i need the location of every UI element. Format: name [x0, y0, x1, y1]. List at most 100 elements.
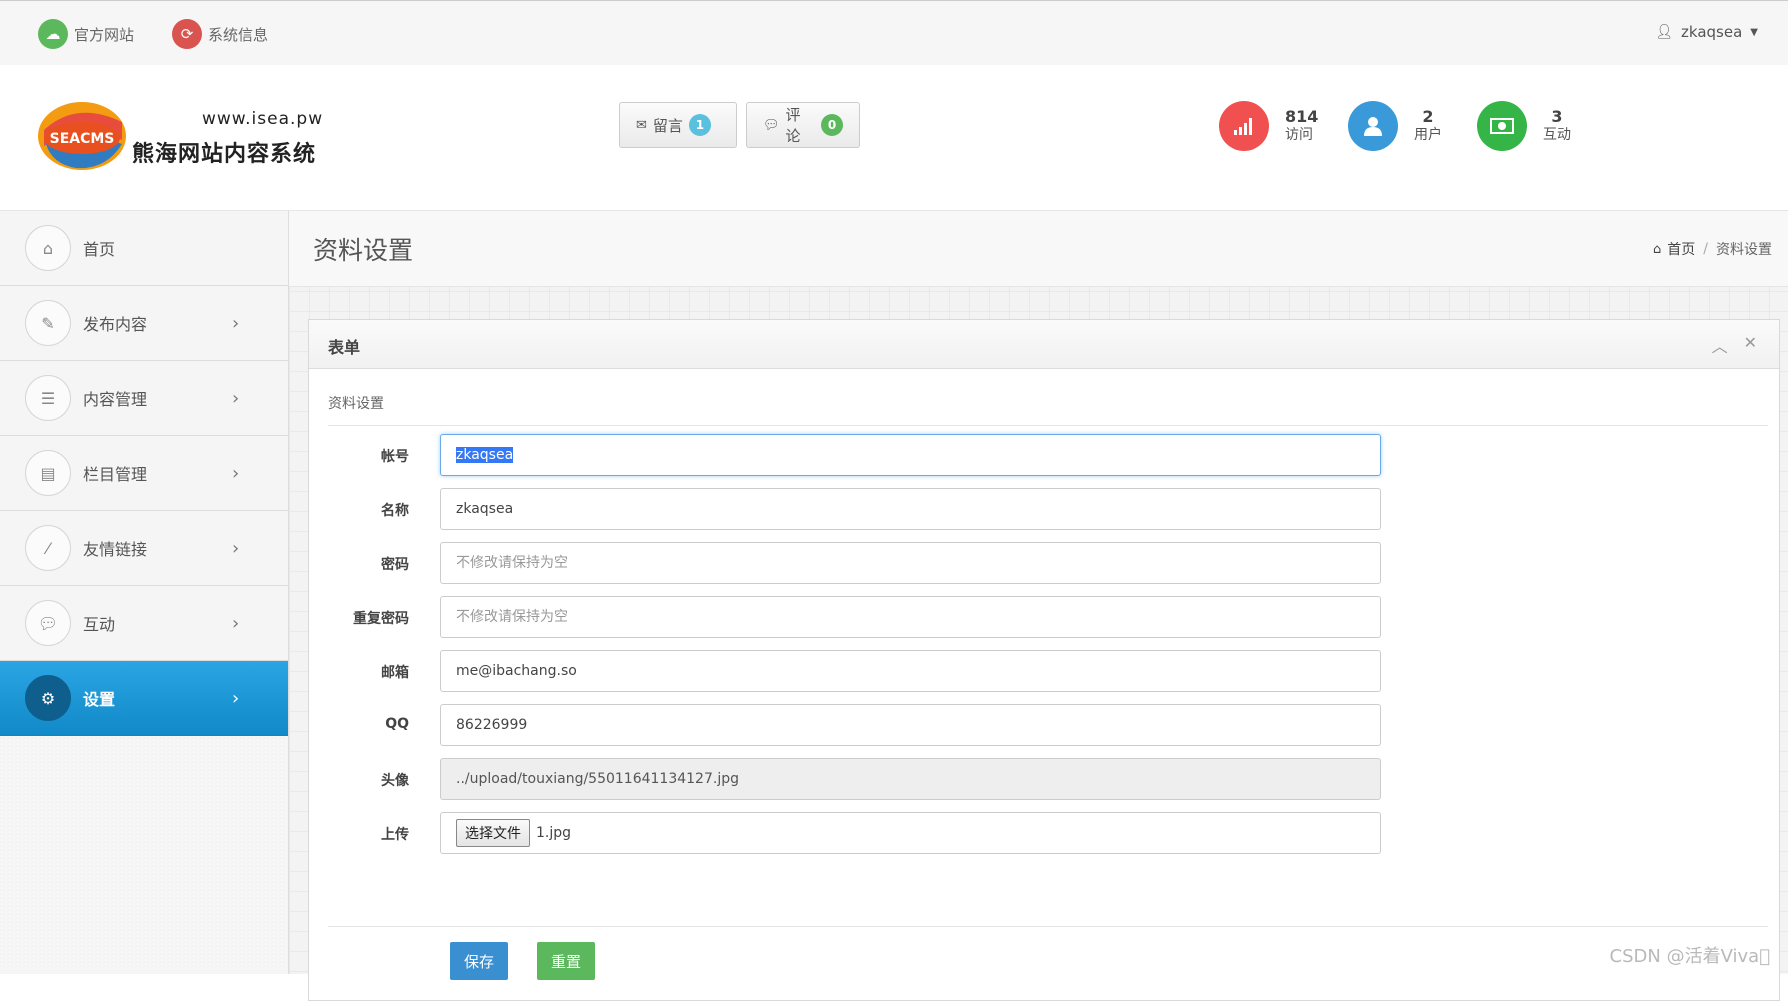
panel-header: 表单 ︿ ✕ — [309, 320, 1779, 369]
stat-users-label: 用户 — [1414, 127, 1442, 143]
repeat-password-row: 重复密码 — [309, 596, 1709, 640]
repeat-password-input[interactable] — [440, 596, 1381, 638]
system-info-link[interactable]: ⟳ 系统信息 — [172, 19, 268, 49]
email-input[interactable] — [440, 650, 1381, 692]
caret-down-icon: ▼ — [1750, 26, 1758, 38]
comments-icon: 💬︎ — [25, 600, 71, 646]
password-row: 密码 — [309, 542, 1709, 586]
account-row: 帐号 zkaqsea — [309, 434, 1709, 478]
cogs-icon: ⚙ — [25, 675, 71, 721]
system-info-label: 系统信息 — [208, 25, 269, 44]
qq-row: QQ — [309, 704, 1709, 748]
sidebar-item-label: 互动 — [83, 615, 116, 634]
chevron-right-icon: › — [232, 612, 240, 634]
chevron-up-icon[interactable]: ︿ — [1712, 333, 1728, 357]
sidebar-item-settings[interactable]: ⚙ 设置 › — [0, 661, 288, 736]
stat-interactions-label: 互动 — [1543, 127, 1571, 143]
form-legend: 资料设置 — [328, 396, 384, 412]
site-url: www.isea.pw — [202, 109, 324, 129]
avatar-path-input — [440, 758, 1381, 800]
legend-divider — [328, 425, 1768, 426]
chevron-right-icon: › — [232, 462, 240, 484]
stat-visits[interactable]: 814 访问 — [1219, 101, 1318, 151]
form-panel: 表单 ︿ ✕ 资料设置 帐号 zkaqsea 名称 密码 重复密码 — [308, 319, 1780, 1001]
account-input[interactable]: zkaqsea — [440, 434, 1381, 476]
sidebar-item-label: 内容管理 — [83, 390, 148, 409]
csdn-watermark: CSDN @活着Viva  — [1609, 946, 1770, 967]
official-site-label: 官方网站 — [74, 25, 135, 44]
envelope-icon: ✉ — [636, 117, 647, 133]
name-input[interactable] — [440, 488, 1381, 530]
chevron-right-icon: › — [232, 537, 240, 559]
page-header: 资料设置 ⌂ 首页 / 资料设置 — [289, 211, 1788, 287]
chevron-right-icon: › — [232, 387, 240, 409]
comments-count-badge: 0 — [821, 114, 843, 136]
file-input: 选择文件 1.jpg — [440, 812, 1381, 854]
account-label: 帐号 — [381, 449, 409, 465]
stat-interactions-num: 3 — [1551, 107, 1563, 126]
site-name: 熊海网站内容系统 — [132, 142, 317, 167]
breadcrumb-separator: / — [1703, 241, 1708, 257]
avatar-label: 头像 — [381, 773, 409, 789]
money-icon — [1477, 101, 1527, 151]
user-icon: 👤︎ — [1655, 24, 1674, 40]
header: SEACMS www.isea.pw 熊海网站内容系统 ✉ 留言 1 💬︎ 评论… — [0, 65, 1788, 211]
messages-label: 留言 — [652, 116, 683, 135]
chevron-right-icon: › — [232, 687, 240, 709]
password-input[interactable] — [440, 542, 1381, 584]
qq-input[interactable] — [440, 704, 1381, 746]
save-button[interactable]: 保存 — [450, 942, 509, 980]
breadcrumb-home[interactable]: 首页 — [1667, 239, 1695, 259]
name-row: 名称 — [309, 488, 1709, 532]
home-icon: ⌂ — [1653, 241, 1662, 257]
email-row: 邮箱 — [309, 650, 1709, 694]
sidebar: ⌂ 首页 ✎ 发布内容 › ☰ 内容管理 › ▤ 栏目管理 › ⁄ 友情链接 ›… — [0, 211, 289, 974]
password-label: 密码 — [381, 557, 409, 573]
email-label: 邮箱 — [381, 665, 409, 681]
sidebar-item-links[interactable]: ⁄ 友情链接 › — [0, 511, 288, 586]
sidebar-item-label: 栏目管理 — [83, 465, 148, 484]
logo-text: SEACMS — [50, 131, 115, 147]
user-name: zkaqsea — [1681, 23, 1743, 41]
stat-interactions[interactable]: 3 互动 — [1477, 101, 1571, 151]
main-content: 资料设置 ⌂ 首页 / 资料设置 表单 ︿ ✕ 资料设置 帐号 zkaqsea … — [289, 211, 1788, 1001]
close-icon[interactable]: ✕ — [1744, 333, 1757, 357]
user-icon — [1348, 101, 1398, 151]
page-title: 资料设置 — [313, 236, 414, 265]
list-alt-icon: ▤ — [25, 450, 71, 496]
comments-icon: 💬︎ — [763, 117, 780, 133]
sidebar-item-interaction[interactable]: 💬︎ 互动 › — [0, 586, 288, 661]
refresh-icon: ⟳ — [172, 19, 202, 49]
panel-title: 表单 — [328, 338, 361, 357]
messages-count-badge: 1 — [688, 114, 711, 136]
reset-button[interactable]: 重置 — [537, 942, 596, 980]
sidebar-item-label: 友情链接 — [83, 540, 148, 559]
sidebar-item-column-manage[interactable]: ▤ 栏目管理 › — [0, 436, 288, 511]
sidebar-item-home[interactable]: ⌂ 首页 — [0, 211, 288, 286]
cloud-upload-icon: ☁ — [38, 19, 68, 49]
sidebar-item-content-manage[interactable]: ☰ 内容管理 › — [0, 361, 288, 436]
breadcrumb-current: 资料设置 — [1716, 242, 1772, 258]
seacms-logo: SEACMS — [38, 102, 126, 170]
repeat-password-label: 重复密码 — [353, 611, 409, 627]
chosen-filename: 1.jpg — [536, 825, 572, 841]
actions-divider — [328, 926, 1768, 927]
list-icon: ☰ — [25, 375, 71, 421]
stat-visits-num: 814 — [1285, 107, 1319, 126]
sidebar-item-publish[interactable]: ✎ 发布内容 › — [0, 286, 288, 361]
official-site-link[interactable]: ☁ 官方网站 — [38, 19, 134, 49]
breadcrumb: ⌂ 首页 / 资料设置 — [1653, 239, 1772, 259]
chevron-right-icon: › — [232, 312, 240, 334]
stat-users[interactable]: 2 用户 — [1348, 101, 1442, 151]
choose-file-button[interactable]: 选择文件 — [456, 819, 530, 847]
account-value: zkaqsea — [456, 447, 514, 463]
signal-icon — [1219, 101, 1269, 151]
messages-button[interactable]: ✉ 留言 1 — [619, 102, 737, 148]
qq-label: QQ — [385, 716, 409, 732]
name-label: 名称 — [381, 503, 409, 519]
user-menu[interactable]: 👤︎ zkaqsea ▼ — [1655, 23, 1758, 41]
comments-button[interactable]: 💬︎ 评论 0 — [746, 102, 860, 148]
upload-label: 上传 — [381, 827, 409, 843]
magic-wand-icon: ⁄ — [25, 525, 71, 571]
sidebar-item-label: 设置 — [83, 690, 116, 709]
